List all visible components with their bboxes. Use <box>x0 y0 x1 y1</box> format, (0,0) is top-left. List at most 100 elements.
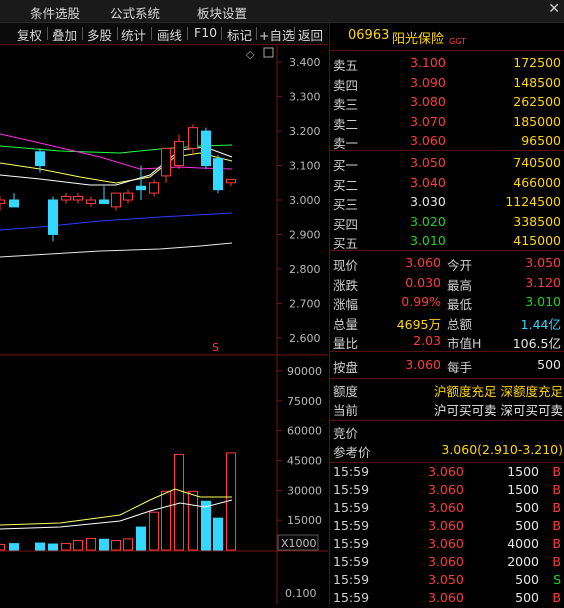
candle-body <box>48 199 58 235</box>
tick-price: 3.060 <box>428 464 464 479</box>
ask-price: 3.100 <box>410 55 446 70</box>
draw-line-button[interactable]: 画线 <box>157 25 182 44</box>
adjust-button[interactable]: 复权 <box>17 25 42 44</box>
ask-row: 卖二 3.070 185000 <box>330 113 564 132</box>
multi-stock-button[interactable]: 多股 <box>87 25 112 44</box>
price-axis-label: 3.000 <box>289 194 321 207</box>
bid-price: 3.050 <box>410 155 446 170</box>
stat-value: 4695万 <box>396 316 441 332</box>
tick-volume: 1500 <box>507 464 539 479</box>
price-axis-label: 3.400 <box>289 56 321 69</box>
bid-volume: 338500 <box>513 213 561 229</box>
statistics-button[interactable]: 统计 <box>121 25 146 44</box>
overlay-button[interactable]: 叠加 <box>52 25 77 44</box>
tick-volume: 500 <box>515 590 539 605</box>
tick-price: 3.050 <box>428 572 464 587</box>
tick-side: B <box>552 482 561 497</box>
price-axis-label: 3.200 <box>289 125 321 138</box>
bid-row: 买二 3.040 466000 <box>330 174 564 193</box>
back-button[interactable]: 返回 <box>298 25 323 44</box>
stat-label: 总量 <box>333 316 359 332</box>
price-axis-label: 2.600 <box>289 332 321 345</box>
ask-price: 3.090 <box>410 74 446 90</box>
tick-side: B <box>552 536 561 551</box>
tick-side: B <box>552 554 561 569</box>
volume-unit: X1000 <box>281 537 317 550</box>
tick-row: 15:59 3.060 1500 B <box>330 463 564 482</box>
tick-price: 3.060 <box>428 500 464 515</box>
stock-code: 06963 <box>348 28 390 43</box>
tick-row: 15:59 3.060 2000 B <box>330 553 564 572</box>
tick-side: B <box>552 464 561 479</box>
ask-row: 卖一 3.060 96500 <box>330 132 564 151</box>
bid-label: 买一 <box>333 158 359 173</box>
stat-value: 3.060 <box>405 255 441 270</box>
bid-price: 3.040 <box>410 174 446 190</box>
candle-body <box>35 151 45 167</box>
ask-volume: 172500 <box>513 55 561 70</box>
reference-price-row: 参考价 3.060(2.910-3.210) <box>333 442 563 460</box>
menu-sector-settings[interactable]: 板块设置 <box>197 3 247 22</box>
tick-row: 15:59 3.060 500 B <box>330 589 564 608</box>
ask-row: 卖三 3.080 262500 <box>330 93 564 112</box>
tick-volume: 2000 <box>507 554 539 569</box>
ask-row: 卖四 3.090 148500 <box>330 74 564 93</box>
price-axis-label: 2.900 <box>289 228 321 241</box>
toolbar-divider <box>47 27 48 40</box>
mark-button[interactable]: 标记 <box>227 25 252 44</box>
ma-line <box>0 242 233 258</box>
volume-bar <box>213 517 223 551</box>
stat-label: 涨跌 <box>333 277 359 293</box>
volume-bars <box>0 452 236 551</box>
add-watchlist-button[interactable]: +自选 <box>259 25 294 44</box>
ask-price: 3.070 <box>410 113 446 129</box>
close-icon[interactable]: ✕ <box>548 1 560 17</box>
candle-body <box>0 199 5 204</box>
volume-bar <box>99 538 109 551</box>
tick-side: S <box>553 572 561 587</box>
bid-row: 买四 3.020 338500 <box>330 213 564 232</box>
volume-bar <box>201 500 211 551</box>
stat-value: 3.120 <box>525 274 561 290</box>
candle-body <box>86 199 96 204</box>
menu-formula-system[interactable]: 公式系统 <box>110 3 160 22</box>
stat-label: 最高 <box>447 277 473 293</box>
volume-bar <box>161 490 171 551</box>
stock-header: 06963 阳光保险 GGT <box>330 26 564 48</box>
ggt-tag: GGT <box>449 37 466 46</box>
kline-chart[interactable]: ◇ 3.400 3.300 3.200 3.100 3.000 2.900 2.800 2.7… <box>0 45 328 604</box>
tick-volume: 500 <box>515 572 539 587</box>
maximize-icon[interactable] <box>263 47 274 58</box>
quota-row: 额度 沪额度充足 深额度充足 <box>333 384 563 399</box>
stats-row: 总量 4695万 总额 1.44亿 <box>330 313 564 332</box>
toolbar-divider <box>294 27 295 40</box>
menu-bar: 条件选股 公式系统 板块设置 ✕ <box>0 0 564 23</box>
ask-volume: 185000 <box>513 113 561 129</box>
bid-price: 3.010 <box>410 233 446 248</box>
volume-axis-label: 75000 <box>287 395 322 408</box>
bid-label: 买四 <box>333 216 359 232</box>
diamond-icon[interactable]: ◇ <box>246 48 255 61</box>
ask-label: 卖四 <box>333 77 359 93</box>
tick-row: 15:59 3.060 4000 B <box>330 535 564 554</box>
tick-side: B <box>552 518 561 533</box>
ask-volume: 148500 <box>513 74 561 90</box>
volume-bar <box>174 453 184 551</box>
chart-toolbar: 复权 叠加 多股 统计 画线 F10 标记 +自选 返回 <box>0 23 328 45</box>
tick-time: 15:59 <box>333 554 370 569</box>
stat-value: 0.030 <box>405 274 441 290</box>
tick-time: 15:59 <box>333 536 370 551</box>
volume-axis: 90000 75000 60000 45000 30000 15000 <box>277 365 322 527</box>
candle-body <box>136 185 146 191</box>
menu-stock-filter[interactable]: 条件选股 <box>30 3 80 22</box>
volume-bar <box>86 537 96 551</box>
bid-price: 3.030 <box>410 194 446 209</box>
stat-value: 3.010 <box>525 294 561 309</box>
bid-volume: 1124500 <box>505 194 561 209</box>
bid-row: 买五 3.010 415000 <box>330 232 564 251</box>
f10-button[interactable]: F10 <box>194 25 217 40</box>
price-axis-label: 3.300 <box>289 91 321 104</box>
volume-bar <box>136 526 146 551</box>
toolbar-divider <box>256 27 257 40</box>
tick-volume: 500 <box>515 518 539 533</box>
